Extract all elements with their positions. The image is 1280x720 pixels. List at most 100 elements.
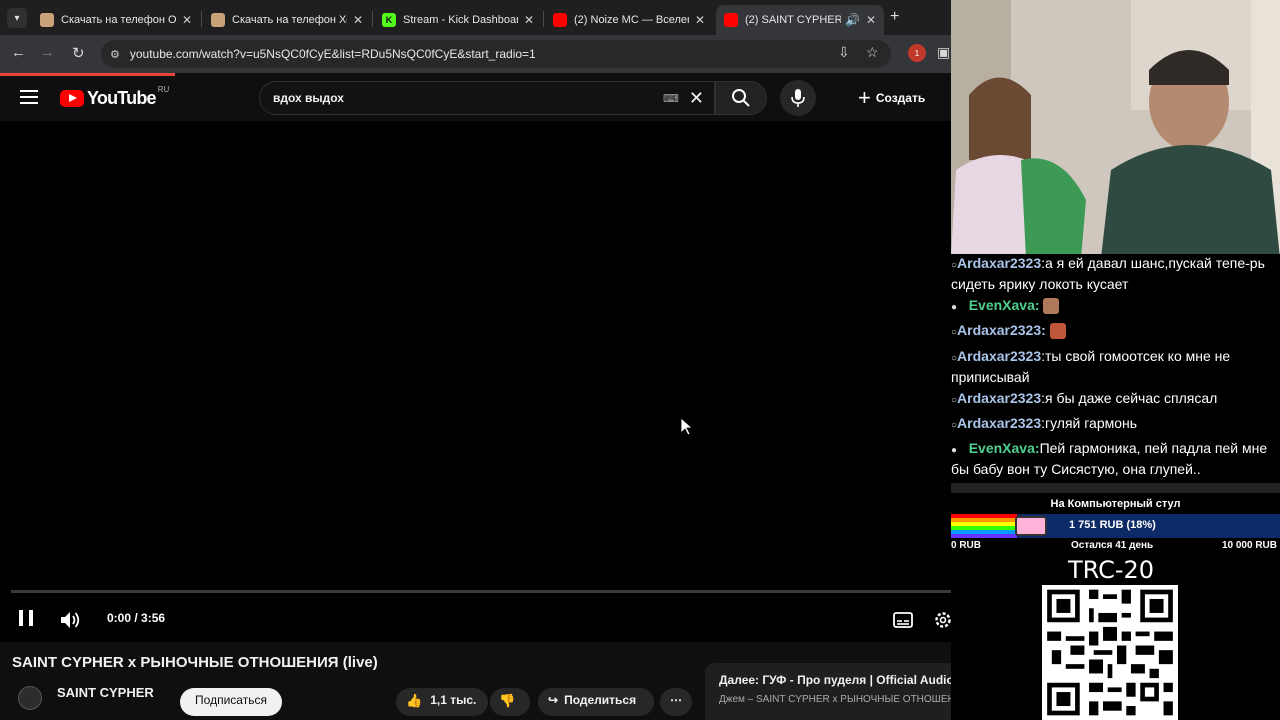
youtube-play-icon — [60, 90, 84, 107]
chat-badges-strip — [951, 483, 1280, 493]
tab-title: Скачать на телефон Ос — [61, 14, 176, 26]
donation-goal-bar: 1 751 RUB (18%) — [951, 514, 1280, 538]
goal-max-label: 10 000 RUB — [1221, 540, 1277, 551]
new-tab-button[interactable]: + — [890, 8, 899, 26]
logo-text: YouTube — [87, 88, 157, 108]
up-next-card[interactable]: Далее: ГУФ - Про пуделя | Official Audio… — [705, 663, 951, 720]
goal-remaining-label: Остался 41 день — [1071, 540, 1154, 551]
plus-icon: + — [858, 85, 871, 110]
tab-3[interactable]: K Stream - Kick Dashboard ✕ — [374, 5, 542, 35]
tab-divider — [372, 11, 373, 27]
chat-text: я бы даже сейчас сплясал — [1045, 390, 1218, 406]
chat-message: ● EvenXava:Пей гармоника, пей падла пей … — [951, 440, 1268, 477]
chat-username: EvenXava — [968, 297, 1035, 313]
volume-icon[interactable] — [60, 611, 82, 629]
like-count: 1,1 тыс. — [430, 693, 477, 707]
channel-avatar[interactable] — [18, 686, 42, 710]
reload-icon[interactable]: ↻ — [72, 44, 85, 62]
browser-toolbar: ← → ↻ ⚙ youtube.com/watch?v=u5NsQC0fCyE&… — [0, 35, 951, 73]
chat-message: ○Ardaxar2323:а я ей давал шанс,пускай те… — [951, 255, 1265, 292]
tab-divider — [543, 11, 544, 27]
crypto-network-label: TRC-20 — [1067, 556, 1155, 584]
tab-1[interactable]: Скачать на телефон Ос ✕ — [32, 5, 200, 35]
search-icon — [732, 89, 750, 107]
qr-code-image — [1042, 585, 1178, 720]
donation-goal-title: На Компьютерный стул — [1050, 498, 1181, 510]
close-tab-icon[interactable]: ✕ — [353, 13, 363, 27]
site-info-icon[interactable]: ⚙ — [110, 48, 120, 61]
extensions-icon[interactable]: ▣ — [937, 44, 950, 61]
tab-2[interactable]: Скачать на телефон Хо ✕ — [203, 5, 371, 35]
chat-message: ○Ardaxar2323: — [951, 321, 1280, 342]
settings-gear-icon[interactable] — [933, 610, 951, 630]
youtube-favicon-icon — [724, 13, 738, 27]
like-button[interactable]: 👍 1,1 тыс. — [396, 688, 488, 716]
tab-4[interactable]: (2) Noize MC — Вселен ✕ — [545, 5, 713, 35]
microphone-icon — [791, 89, 805, 107]
close-tab-icon[interactable]: ✕ — [866, 13, 876, 27]
audio-playing-icon[interactable]: 🔊 — [845, 13, 860, 27]
time-display: 0:00 / 3:56 — [107, 611, 166, 625]
create-button[interactable]: + Создать — [858, 83, 925, 113]
goal-min-label: 0 RUB — [951, 540, 982, 551]
more-actions-button[interactable]: ⋯ — [660, 688, 692, 716]
install-app-icon[interactable]: ⇩ — [838, 44, 850, 61]
share-label: Поделиться — [564, 693, 637, 707]
tab-title: Скачать на телефон Хо — [232, 14, 347, 26]
qr-code — [1042, 585, 1178, 720]
chat-username: Ardaxar2323 — [957, 322, 1042, 338]
goal-progress-fill — [951, 514, 1017, 538]
back-icon[interactable]: ← — [11, 44, 26, 61]
search-query: вдох выдох — [273, 91, 344, 105]
chat-message: ○Ardaxar2323:гуляй гармонь — [951, 415, 1138, 431]
channel-name[interactable]: SAINT CYPHER — [57, 685, 154, 700]
webcam-feed — [951, 0, 1280, 258]
up-next-title: Далее: ГУФ - Про пуделя | Official Audio — [719, 673, 951, 687]
youtube-header: YouTube RU вдох выдох ⌨ ✕ + Создать — [0, 76, 951, 121]
menu-icon[interactable] — [20, 90, 38, 104]
emote-icon — [1049, 323, 1066, 340]
extension-badge[interactable]: 1 — [908, 44, 926, 62]
tab-title: (2) Noize MC — Вселен — [574, 14, 689, 26]
tab-5-active[interactable]: (2) SAINT CYPHER x 🔊 ✕ — [716, 5, 884, 35]
share-icon: ↪ — [548, 693, 559, 707]
chat-username: EvenXava — [968, 440, 1035, 456]
goal-amount: 1 751 RUB (18%) — [1069, 519, 1156, 531]
bookmark-star-icon[interactable]: ☆ — [866, 44, 879, 61]
close-tab-icon[interactable]: ✕ — [524, 13, 534, 27]
clear-search-icon[interactable]: ✕ — [689, 88, 704, 109]
close-tab-icon[interactable]: ✕ — [695, 13, 705, 27]
close-tab-icon[interactable]: ✕ — [182, 13, 192, 27]
chat-message: ○Ardaxar2323:я бы даже сейчас сплясал — [951, 390, 1218, 406]
tab-strip: ▾ Скачать на телефон Ос ✕ Скачать на тел… — [0, 0, 951, 35]
address-bar[interactable]: ⚙ youtube.com/watch?v=u5NsQC0fCyE&list=R… — [101, 40, 891, 68]
chat-text: гуляй гармонь — [1045, 415, 1138, 431]
stream-overlay: ○Ardaxar2323:а я ей давал шанс,пускай те… — [951, 0, 1280, 720]
share-button[interactable]: ↪ Поделиться — [538, 688, 654, 716]
tab-search-button[interactable]: ▾ — [7, 8, 27, 28]
dislike-button[interactable]: 👎 — [490, 688, 530, 716]
tab-title: Stream - Kick Dashboard — [403, 14, 518, 26]
screen: ▾ Скачать на телефон Ос ✕ Скачать на тел… — [0, 0, 1280, 720]
search-button[interactable] — [715, 81, 767, 115]
tab-title: (2) SAINT CYPHER x — [745, 14, 841, 26]
pause-icon[interactable] — [19, 610, 33, 626]
tab-divider — [201, 11, 202, 27]
site-favicon-icon — [211, 13, 225, 27]
forward-icon[interactable]: → — [40, 44, 55, 61]
chat-username: Ardaxar2323 — [957, 348, 1042, 364]
video-progress-bar[interactable] — [11, 590, 951, 593]
kick-favicon-icon: K — [382, 13, 396, 27]
chat-message: ○Ardaxar2323:ты свой гомоотсек ко мне не… — [951, 348, 1231, 385]
stream-chat: ○Ardaxar2323:а я ей давал шанс,пускай те… — [951, 254, 1280, 482]
youtube-logo[interactable]: YouTube RU — [60, 85, 169, 109]
chat-badge-icon: ● — [951, 302, 958, 313]
video-player[interactable]: 0:00 / 3:56 — [0, 121, 951, 642]
subtitles-icon[interactable] — [893, 612, 913, 628]
chat-username: Ardaxar2323 — [957, 390, 1042, 406]
search-input[interactable]: вдох выдох ⌨ ✕ — [259, 81, 715, 115]
player-controls: 0:00 / 3:56 — [0, 602, 951, 638]
voice-search-button[interactable] — [780, 80, 816, 116]
subscribe-button[interactable]: Подписаться — [180, 688, 282, 716]
keyboard-icon[interactable]: ⌨ — [663, 92, 679, 105]
